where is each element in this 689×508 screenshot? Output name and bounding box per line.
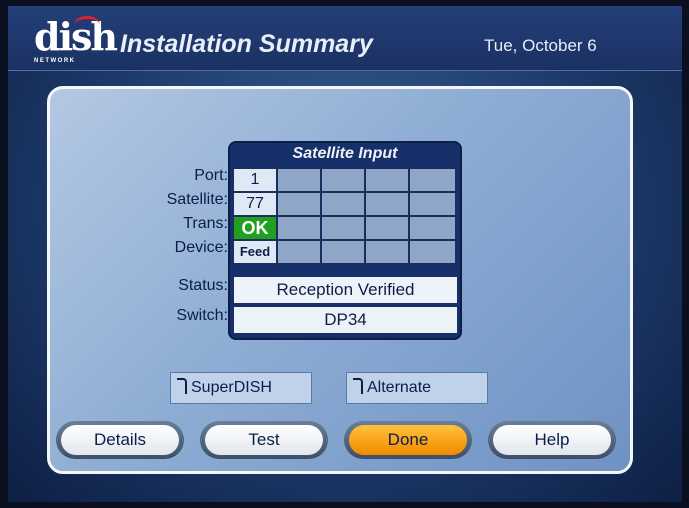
grid-cell xyxy=(277,192,321,216)
satellite-input-grid: Satellite Input 1 77 OK Feed Reception V… xyxy=(228,141,462,340)
help-button-label: Help xyxy=(493,425,611,455)
header-bar: dish NETWORK Installation Summary Tue, O… xyxy=(8,6,682,71)
details-button[interactable]: Details xyxy=(56,421,184,459)
grid-cell xyxy=(277,168,321,192)
logo-sub: NETWORK xyxy=(34,58,76,64)
logo-arc-icon xyxy=(74,16,100,33)
done-button[interactable]: Done xyxy=(344,421,472,459)
date-display: Tue, October 6 xyxy=(484,36,597,55)
grid-cell xyxy=(321,192,365,216)
device-label: Device: xyxy=(174,239,228,256)
grid-cell xyxy=(409,192,456,216)
satellite-value: 77 xyxy=(233,192,277,216)
help-button[interactable]: Help xyxy=(488,421,616,459)
checkbox-icon xyxy=(353,378,363,394)
grid-cell xyxy=(365,192,409,216)
grid-cell xyxy=(409,168,456,192)
satellite-label: Satellite: xyxy=(166,191,228,208)
switch-label: Switch: xyxy=(176,307,228,324)
summary-panel: Port: Satellite: Trans: Device: Status: … xyxy=(47,86,633,474)
superdish-checkbox[interactable]: SuperDISH xyxy=(170,372,312,404)
test-button-label: Test xyxy=(205,425,323,455)
page-title: Installation Summary xyxy=(120,30,373,58)
grid-cell xyxy=(321,168,365,192)
details-button-label: Details xyxy=(61,425,179,455)
trans-label: Trans: xyxy=(183,215,228,232)
port-value: 1 xyxy=(233,168,277,192)
alternate-checkbox[interactable]: Alternate xyxy=(346,372,488,404)
grid-cell xyxy=(321,216,365,240)
test-button[interactable]: Test xyxy=(200,421,328,459)
alternate-label: Alternate xyxy=(367,379,432,396)
grid-cell xyxy=(277,216,321,240)
dish-network-logo: dish NETWORK xyxy=(34,14,118,66)
grid-cell xyxy=(277,240,321,264)
switch-value: DP34 xyxy=(233,306,458,334)
grid-cell xyxy=(365,216,409,240)
port-label: Port: xyxy=(194,167,228,184)
grid-cell xyxy=(409,240,456,264)
device-value: Feed xyxy=(233,240,277,264)
done-button-label: Done xyxy=(349,425,467,455)
grid-cell xyxy=(321,240,365,264)
checkbox-icon xyxy=(177,378,187,394)
status-label: Status: xyxy=(178,277,228,294)
grid-cell xyxy=(365,168,409,192)
status-value: Reception Verified xyxy=(233,276,458,304)
grid-cell xyxy=(365,240,409,264)
trans-ok-badge: OK xyxy=(233,216,277,240)
superdish-label: SuperDISH xyxy=(191,379,272,396)
grid-cell xyxy=(409,216,456,240)
tv-screen: dish NETWORK Installation Summary Tue, O… xyxy=(8,6,682,502)
grid-title: Satellite Input xyxy=(292,145,398,162)
